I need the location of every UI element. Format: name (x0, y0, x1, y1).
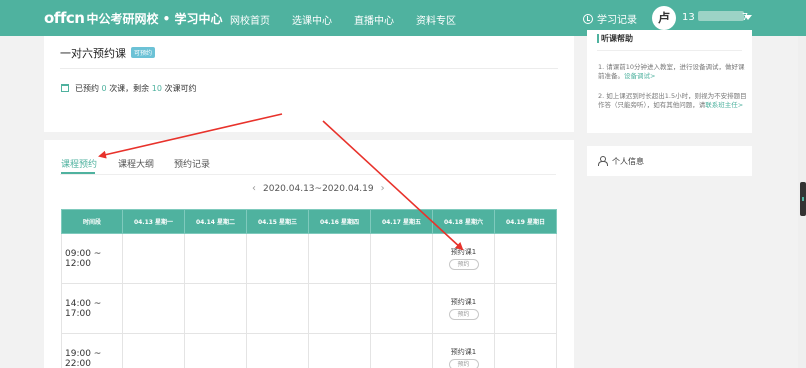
date-range-nav: ‹ 2020.04.13~2020.04.19 › (245, 183, 392, 194)
column-header: 04.15 星期三 (246, 209, 309, 234)
table-cell (370, 333, 433, 368)
clock-icon (583, 14, 593, 24)
user-icon (598, 156, 608, 166)
username-prefix: 13 (682, 12, 695, 23)
divider (60, 68, 558, 69)
table-row: 19:00 ~ 22:00 预约课1 预约 (61, 333, 557, 368)
column-header: 04.17 星期五 (370, 209, 433, 234)
table-cell: 预约课1 预约 (432, 333, 495, 368)
column-header: 04.14 星期二 (184, 209, 247, 234)
course-card: 一对六预约课 可预约 已预约 0 次课，剩余 10 次课可约 (44, 36, 574, 132)
logo-text: 中公考研网校 • 学习中心 (86, 12, 223, 26)
table-cell (308, 233, 371, 284)
book-button[interactable]: 预约 (448, 359, 479, 368)
slot-label: 预约课1 (450, 348, 477, 356)
book-button[interactable]: 预约 (448, 309, 479, 320)
schedule-table: 时间段 04.13 星期一 04.14 星期二 04.15 星期三 04.16 … (61, 209, 557, 368)
table-cell (494, 333, 557, 368)
chevron-down-icon[interactable] (744, 15, 752, 20)
date-range: 2020.04.13~2020.04.19 (263, 184, 374, 194)
calendar-icon (61, 84, 69, 92)
help-tip-1: 1. 请课前10分钟进入教室，进行设备调试，做好课前准备。设备调试> (598, 63, 748, 81)
column-header: 04.13 星期一 (122, 209, 185, 234)
table-row: 14:00 ~ 17:00 预约课1 预约 (61, 283, 557, 334)
status-badge: 可预约 (131, 47, 156, 58)
column-header: 04.18 星期六 (432, 209, 495, 234)
table-cell (308, 283, 371, 334)
booked-count: 0 (101, 84, 107, 93)
stat-suffix: 次课可约 (164, 84, 197, 93)
history-link[interactable]: 学习记录 (583, 11, 637, 26)
nav-live-center[interactable]: 直播中心 (354, 12, 394, 27)
section-marker (597, 34, 599, 43)
slot-label: 预约课1 (450, 248, 477, 256)
book-button[interactable]: 预约 (448, 259, 479, 270)
nav-materials[interactable]: 资料专区 (416, 12, 456, 27)
contact-teacher-link[interactable]: 联系班主任> (705, 101, 743, 109)
column-header: 时间段 (61, 209, 123, 234)
course-title: 一对六预约课 (60, 47, 126, 60)
prev-week-icon[interactable]: ‹ (245, 183, 263, 194)
scrollbar-thumb[interactable] (800, 182, 806, 216)
device-test-link[interactable]: 设备调试> (624, 72, 655, 80)
next-week-icon[interactable]: › (374, 183, 392, 194)
table-cell (494, 283, 557, 334)
table-cell (184, 283, 247, 334)
nav-home[interactable]: 网校首页 (230, 12, 270, 27)
table-cell (122, 333, 185, 368)
history-label: 学习记录 (597, 15, 637, 26)
table-cell (184, 233, 247, 284)
table-cell (246, 283, 309, 334)
username-masked (697, 11, 744, 21)
table-header-row: 时间段 04.13 星期一 04.14 星期二 04.15 星期三 04.16 … (61, 209, 557, 234)
table-cell (122, 283, 185, 334)
table-cell (122, 233, 185, 284)
tab-syllabus[interactable]: 课程大纲 (118, 157, 154, 170)
table-row: 09:00 ~ 12:00 预约课1 预约 (61, 233, 557, 284)
help-title: 听课帮助 (601, 34, 633, 43)
table-cell (246, 333, 309, 368)
logo[interactable]: offcn 中公考研网校 • 学习中心 (44, 9, 222, 27)
time-slot: 09:00 ~ 12:00 (61, 233, 123, 284)
help-tip-2: 2. 如上课迟到时长超出1.5小时，则视为不安排题目作答（只能旁听），如有其他问… (598, 92, 748, 110)
table-cell (184, 333, 247, 368)
slot-label: 预约课1 (450, 298, 477, 306)
personal-info-label: 个人信息 (612, 157, 644, 166)
table-cell (370, 283, 433, 334)
column-header: 04.16 星期四 (308, 209, 371, 234)
column-header: 04.19 星期日 (494, 209, 557, 234)
booking-stats: 已预约 0 次课，剩余 10 次课可约 (61, 83, 196, 94)
table-cell (494, 233, 557, 284)
personal-info-panel[interactable]: 个人信息 (587, 146, 752, 176)
table-cell (370, 233, 433, 284)
nav-course-center[interactable]: 选课中心 (292, 12, 332, 27)
stat-prefix: 已预约 (75, 84, 99, 93)
help-panel: 听课帮助 1. 请课前10分钟进入教室，进行设备调试，做好课前准备。设备调试> … (587, 30, 752, 133)
divider (597, 50, 742, 51)
username[interactable]: 13 7 (682, 11, 748, 23)
logo-brand: offcn (44, 9, 85, 27)
time-slot: 14:00 ~ 17:00 (61, 283, 123, 334)
stat-mid: 次课，剩余 (109, 84, 150, 93)
remaining-count: 10 (151, 84, 162, 93)
time-slot: 19:00 ~ 22:00 (61, 333, 123, 368)
table-cell: 预约课1 预约 (432, 233, 495, 284)
tab-divider (60, 174, 556, 175)
tip-text: 1. 请课前10分钟进入教室，进行设备调试，做好课前准备。 (598, 63, 745, 80)
table-cell: 预约课1 预约 (432, 283, 495, 334)
table-cell (308, 333, 371, 368)
table-cell (246, 233, 309, 284)
avatar[interactable]: 卢 (652, 6, 676, 30)
tab-booking[interactable]: 课程预约 (61, 157, 97, 170)
tab-records[interactable]: 预约记录 (174, 157, 210, 170)
